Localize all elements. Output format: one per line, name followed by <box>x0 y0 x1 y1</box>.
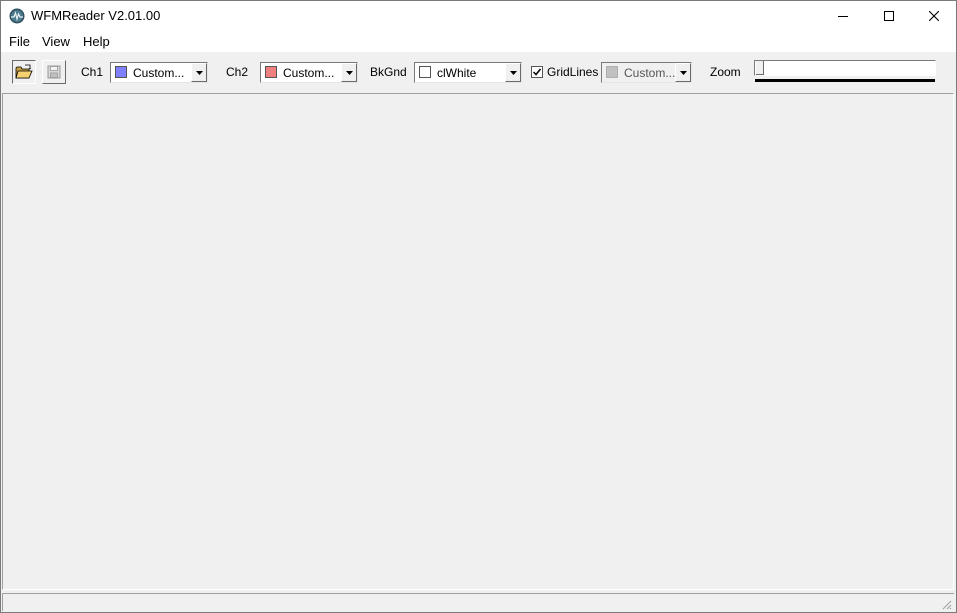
close-button[interactable] <box>911 1 957 31</box>
gridlines-dropdown-button[interactable] <box>675 63 691 82</box>
minimize-icon <box>838 16 848 17</box>
ch2-color-value: Custom... <box>283 66 335 80</box>
dropdown-arrow-icon <box>509 70 517 75</box>
app-logo-icon <box>9 8 25 24</box>
dropdown-arrow-icon <box>195 70 203 75</box>
bkgnd-color-select[interactable]: clWhite <box>414 62 522 83</box>
floppy-disk-icon <box>47 65 61 79</box>
checkmark-icon <box>533 68 541 76</box>
ch1-color-value: Custom... <box>133 66 185 80</box>
zoom-slider-baseline <box>755 79 935 82</box>
open-file-button[interactable] <box>12 60 36 84</box>
close-icon <box>929 11 939 21</box>
status-bar <box>2 593 954 611</box>
title-bar[interactable]: WFMReader V2.01.00 <box>1 1 956 31</box>
gridlines-color-swatch <box>606 66 618 78</box>
app-window: WFMReader V2.01.00 File View Help Ch1 Cu… <box>0 0 957 613</box>
zoom-slider[interactable] <box>754 60 936 76</box>
ch1-color-select[interactable]: Custom... <box>110 62 208 83</box>
ch1-color-swatch <box>115 66 127 78</box>
resize-grip-icon[interactable] <box>940 598 952 610</box>
toolbar: Ch1 Custom... Ch2 Custom... BkGnd clWhit… <box>1 52 956 91</box>
maximize-button[interactable] <box>866 1 912 31</box>
bkgnd-color-value: clWhite <box>437 66 477 80</box>
open-folder-icon <box>15 64 33 79</box>
menu-help[interactable]: Help <box>83 34 110 49</box>
ch2-color-swatch <box>265 66 277 78</box>
gridlines-color-value: Custom... <box>624 66 676 80</box>
gridlines-color-select[interactable]: Custom... <box>601 62 692 83</box>
menu-file[interactable]: File <box>9 34 30 49</box>
bkgnd-label: BkGnd <box>370 65 407 79</box>
ch2-dropdown-button[interactable] <box>341 63 357 82</box>
menu-bar: File View Help <box>1 31 956 52</box>
maximize-icon <box>884 11 894 21</box>
minimize-button[interactable] <box>820 1 866 31</box>
window-title: WFMReader V2.01.00 <box>31 8 161 23</box>
dropdown-arrow-icon <box>679 70 687 75</box>
bkgnd-dropdown-button[interactable] <box>505 63 521 82</box>
dropdown-arrow-icon <box>345 70 353 75</box>
ch2-color-select[interactable]: Custom... <box>260 62 358 83</box>
ch1-label: Ch1 <box>81 65 104 79</box>
zoom-label: Zoom <box>710 65 741 79</box>
waveform-display-area[interactable] <box>2 93 954 590</box>
ch2-label: Ch2 <box>226 65 249 79</box>
zoom-slider-thumb[interactable] <box>756 61 764 75</box>
gridlines-checkbox[interactable] <box>531 66 543 78</box>
gridlines-label[interactable]: GridLines <box>547 65 598 79</box>
save-file-button[interactable] <box>42 60 66 84</box>
bkgnd-color-swatch <box>419 66 431 78</box>
ch1-dropdown-button[interactable] <box>191 63 207 82</box>
menu-view[interactable]: View <box>42 34 70 49</box>
